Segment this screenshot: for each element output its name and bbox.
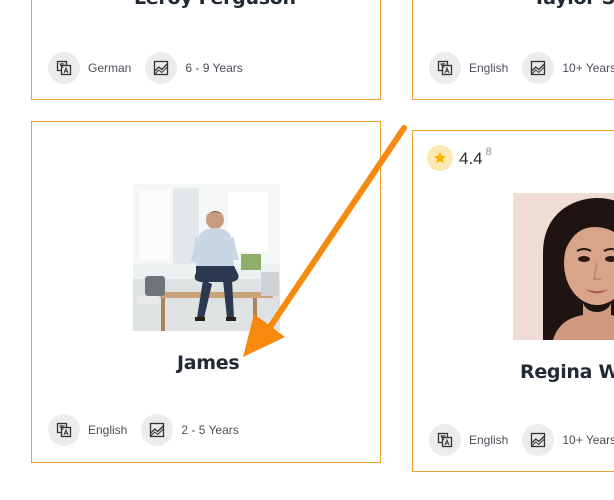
tutor-card-leroy[interactable]: Leroy Ferguson German 6 - 9 Years: [31, 0, 381, 100]
language-label: English: [88, 423, 128, 437]
tutor-name: Taylor Sw: [533, 0, 614, 9]
chart-icon: [145, 52, 178, 84]
star-icon: [427, 145, 453, 171]
tutor-grid: Leroy Ferguson German 6 - 9 Years Taylor…: [0, 0, 614, 500]
translate-icon: [429, 52, 461, 84]
rating-value: 4.4: [459, 149, 483, 168]
experience-label: 10+ Years: [562, 433, 614, 447]
tutor-name: Leroy Ferguson: [134, 0, 296, 9]
experience-label: 10+ Years: [562, 61, 614, 75]
tutor-name: James: [177, 352, 240, 374]
language-label: German: [88, 61, 132, 75]
translate-icon: [48, 414, 80, 446]
translate-icon: [429, 424, 461, 456]
chart-icon: [522, 424, 555, 456]
rating: 4.4 8: [427, 145, 492, 171]
language-label: English: [469, 433, 509, 447]
translate-icon: [48, 52, 80, 84]
tutor-photo: [133, 184, 280, 331]
tutor-meta: English 2 - 5 Years: [48, 414, 239, 446]
chart-icon: [522, 52, 555, 84]
experience-label: 2 - 5 Years: [181, 423, 239, 437]
language-label: English: [469, 61, 509, 75]
tutor-card-taylor[interactable]: Taylor Sw English 10+ Years: [412, 0, 614, 100]
tutor-photo: [513, 193, 614, 340]
tutor-name: Regina Wa: [520, 361, 614, 383]
tutor-meta: English 10+ Years: [429, 424, 614, 456]
tutor-card-regina[interactable]: 4.4 8 Regina Wa English: [412, 130, 614, 472]
tutor-meta: German 6 - 9 Years: [48, 52, 243, 84]
chart-icon: [141, 414, 174, 446]
rating-count: 8: [485, 146, 492, 158]
tutor-meta: English 10+ Years: [429, 52, 614, 84]
experience-label: 6 - 9 Years: [185, 61, 243, 75]
tutor-card-james[interactable]: James English 2 - 5 Years: [31, 121, 381, 463]
